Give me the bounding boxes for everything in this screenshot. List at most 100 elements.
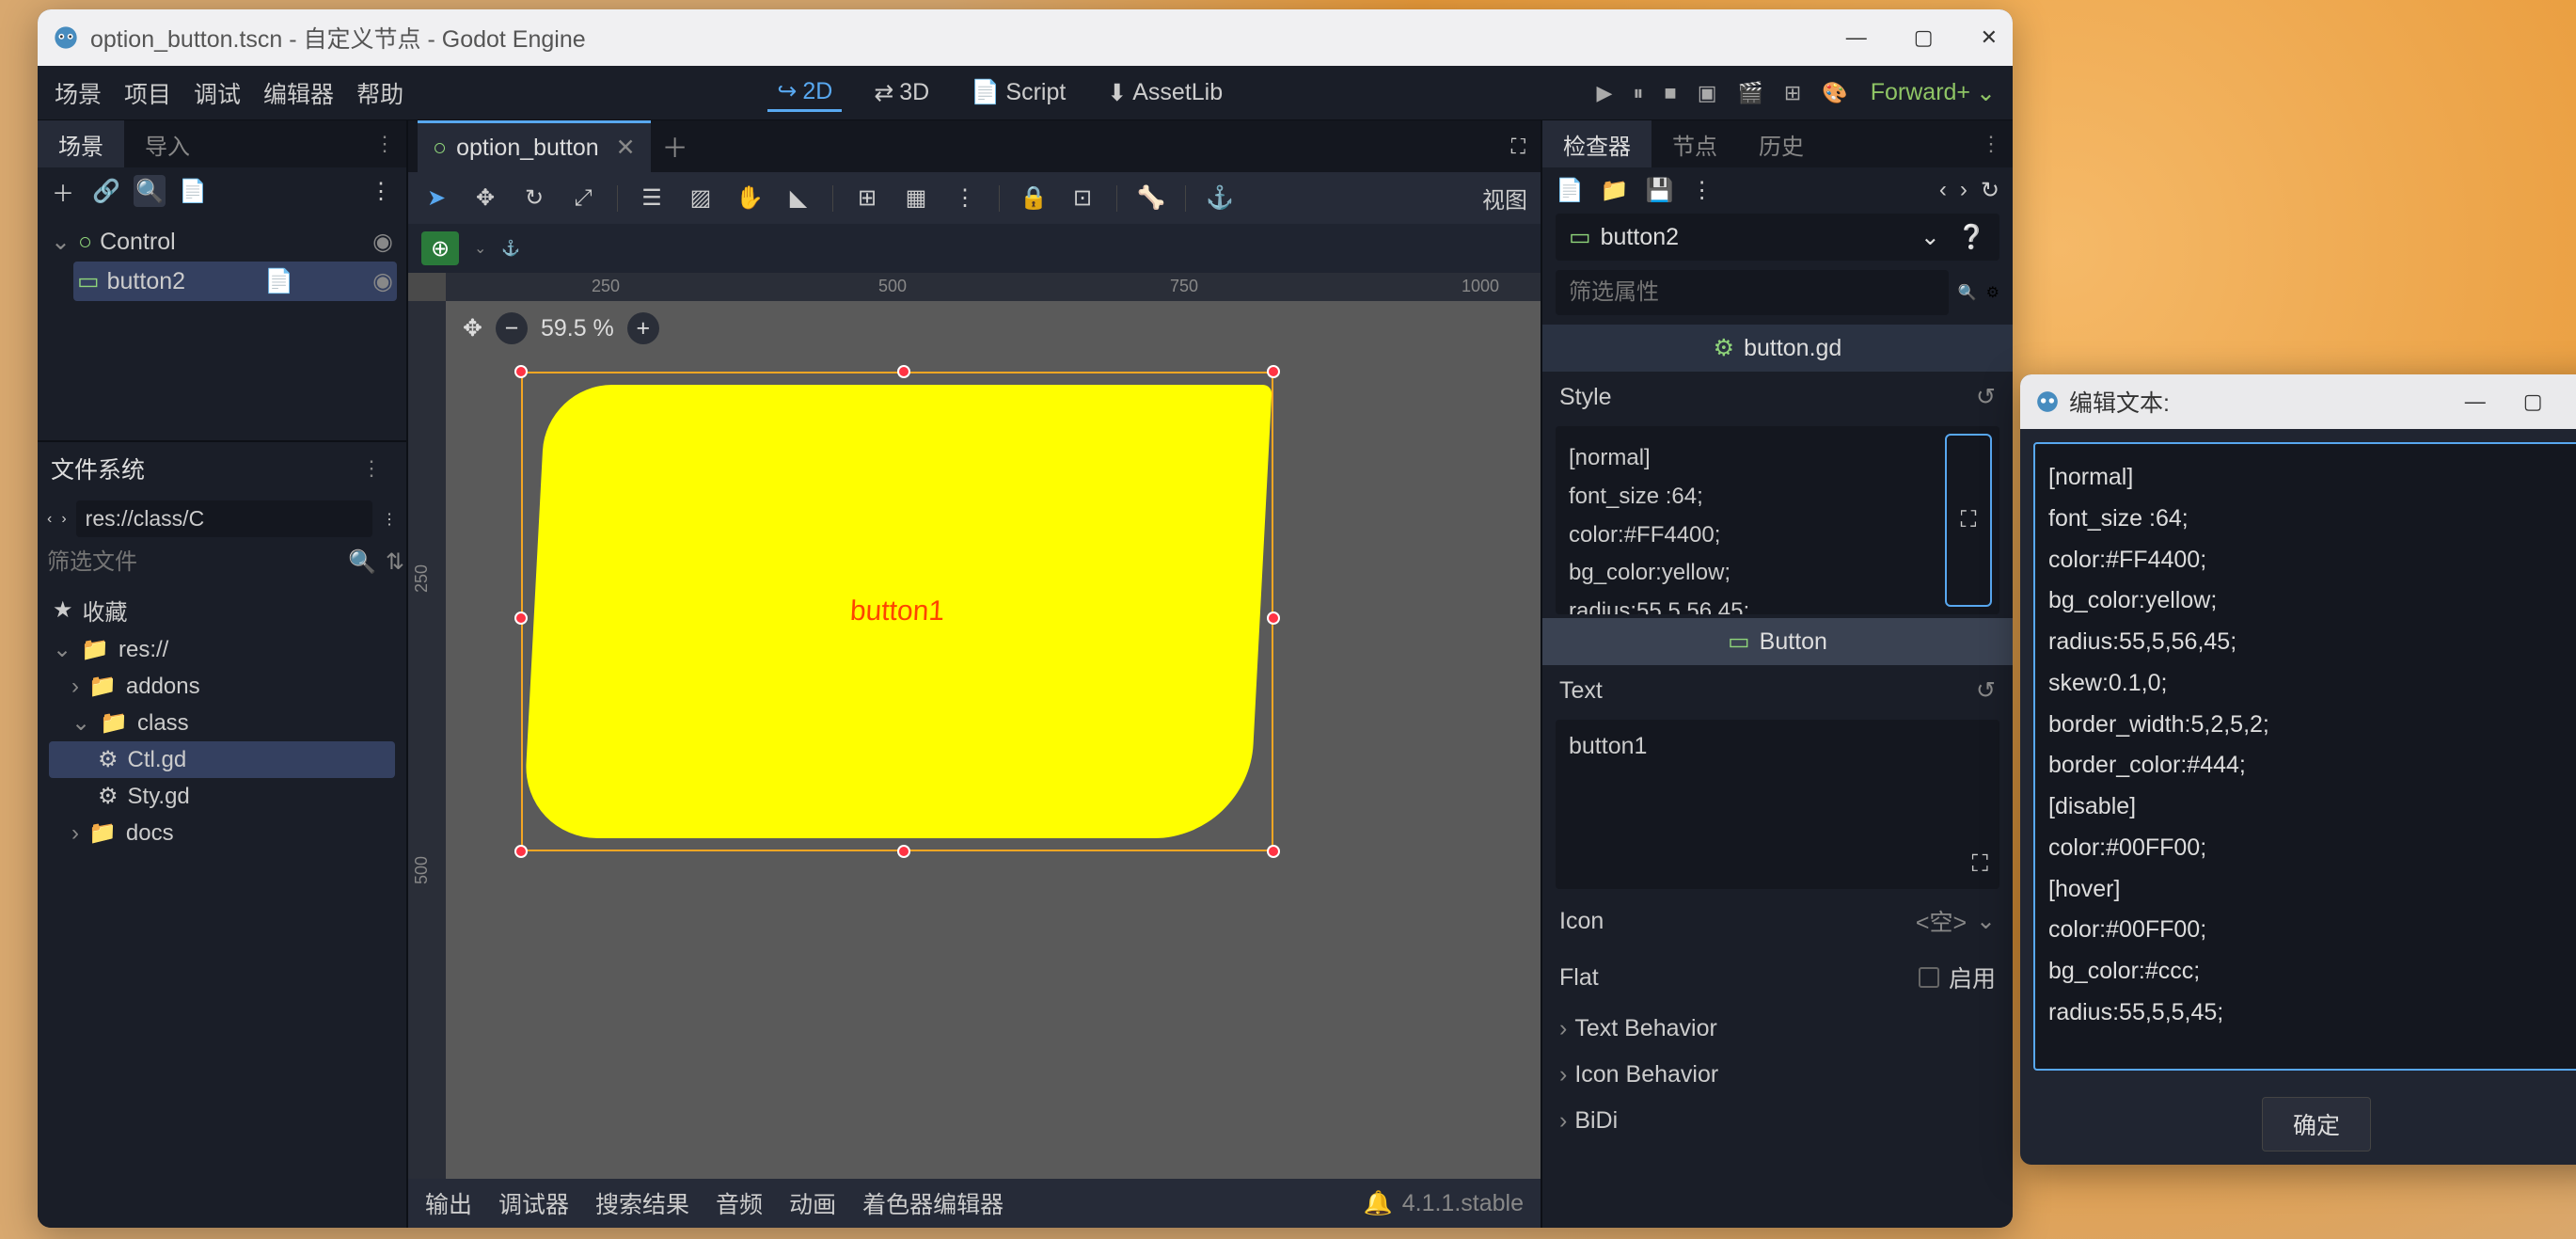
- tab-debugger[interactable]: 调试器: [498, 1186, 569, 1220]
- fs-sty-gd[interactable]: ⚙Sty.gd: [49, 778, 395, 815]
- menu-scene[interactable]: 场景: [55, 76, 102, 110]
- render-button[interactable]: 🎨: [1822, 81, 1847, 105]
- prop-icon[interactable]: Icon <空> ⌄: [1542, 893, 2013, 949]
- filter-files-input[interactable]: [47, 549, 339, 576]
- remote-button[interactable]: ⊞: [1784, 81, 1801, 105]
- filter-properties-input[interactable]: [1556, 270, 1949, 315]
- tree-node-control[interactable]: ⌄ ○ Control ◉: [47, 222, 397, 262]
- ruler-tool-icon[interactable]: ▨: [686, 183, 716, 214]
- render-mode-select[interactable]: Forward+ ⌄: [1871, 79, 1996, 107]
- panel-options-icon[interactable]: ⋮: [374, 132, 395, 156]
- search-icon[interactable]: 🔍: [134, 175, 166, 207]
- nav-forward-icon[interactable]: ›: [61, 511, 66, 528]
- expand-text-icon[interactable]: ⛶: [1945, 434, 1992, 607]
- center-view-icon[interactable]: ✥: [463, 314, 482, 342]
- minimize-button[interactable]: —: [1846, 25, 1867, 50]
- edit-textarea[interactable]: [normal] font_size :64; color:#FF4400; b…: [2033, 442, 2576, 1071]
- tree-node-button2[interactable]: ▭ button2 📄 ◉: [73, 262, 397, 301]
- section-bidi[interactable]: ›BiDi: [1542, 1098, 2013, 1144]
- tab-anim[interactable]: 动画: [789, 1186, 836, 1220]
- zoom-out-button[interactable]: −: [496, 312, 528, 344]
- add-node-canvas-button[interactable]: ⊕: [421, 231, 459, 265]
- tab-audio[interactable]: 音频: [716, 1186, 763, 1220]
- menu-project[interactable]: 项目: [124, 76, 171, 110]
- anchor-preset-icon[interactable]: ⚓: [501, 239, 520, 258]
- stop-button[interactable]: ■: [1664, 81, 1676, 105]
- nav-back-icon[interactable]: ‹: [47, 511, 52, 528]
- distraction-free-icon[interactable]: ⛶: [1511, 135, 1525, 159]
- section-icon-behavior[interactable]: ›Icon Behavior: [1542, 1052, 2013, 1098]
- canvas-button-node[interactable]: button1: [521, 372, 1273, 851]
- play-button[interactable]: ▶: [1596, 81, 1612, 105]
- text-value-box[interactable]: button1 ⛶: [1556, 720, 1999, 889]
- play-scene-button[interactable]: ▣: [1698, 81, 1717, 105]
- scene-options-icon[interactable]: ⋮: [365, 175, 397, 207]
- script-icon[interactable]: 📄: [264, 268, 293, 295]
- zoom-in-button[interactable]: +: [627, 312, 659, 344]
- list-tool-icon[interactable]: ☰: [637, 183, 667, 214]
- bell-icon[interactable]: 🔔: [1364, 1190, 1393, 1217]
- add-tab-icon[interactable]: ＋: [662, 128, 688, 166]
- new-resource-icon[interactable]: 📄: [1556, 177, 1584, 204]
- tab-output[interactable]: 输出: [425, 1186, 472, 1220]
- close-tab-icon[interactable]: ✕: [616, 134, 636, 162]
- inspector-options-icon[interactable]: ⋮: [1981, 132, 2001, 156]
- add-node-icon[interactable]: ＋: [47, 175, 79, 207]
- fs-class[interactable]: ⌄📁class: [49, 705, 395, 741]
- minimize-button[interactable]: —: [2465, 389, 2486, 414]
- reset-icon[interactable]: ↺: [1976, 383, 1996, 411]
- fs-root[interactable]: ⌄📁res://: [49, 631, 395, 668]
- search-icon[interactable]: 🔍: [1958, 283, 1977, 302]
- fs-options-icon[interactable]: ⋮: [361, 456, 382, 481]
- scene-tab-option-button[interactable]: ○ option_button ✕: [418, 120, 651, 172]
- rotate-tool-icon[interactable]: ↻: [519, 183, 549, 214]
- movie-button[interactable]: 🎬: [1738, 81, 1763, 105]
- history-forward-icon[interactable]: ›: [1960, 177, 1968, 204]
- visibility-icon[interactable]: ◉: [372, 267, 393, 295]
- snap-options-icon[interactable]: ⋮: [950, 183, 980, 214]
- mode-3d-button[interactable]: ⇄ 3D: [864, 75, 939, 111]
- bone-icon[interactable]: 🦴: [1136, 183, 1166, 214]
- reset-icon[interactable]: ↺: [1976, 676, 1996, 705]
- prop-flat[interactable]: Flat 启用: [1542, 949, 2013, 1006]
- pan-tool-icon[interactable]: ✋: [735, 183, 765, 214]
- viewport[interactable]: 250 500 750 1000 250 500 ✥ − 59.5 % +: [408, 273, 1541, 1179]
- checkbox-flat[interactable]: [1919, 967, 1939, 988]
- save-resource-icon[interactable]: 💾: [1646, 177, 1674, 204]
- tab-search[interactable]: 搜索结果: [595, 1186, 689, 1220]
- path-options-icon[interactable]: ⋮: [382, 510, 397, 529]
- grid-icon[interactable]: ▦: [901, 183, 931, 214]
- maximize-button[interactable]: ▢: [2523, 389, 2543, 414]
- tab-import[interactable]: 导入: [124, 120, 211, 167]
- mode-2d-button[interactable]: ↪ 2D: [767, 73, 842, 112]
- mode-assetlib-button[interactable]: ⬇ AssetLib: [1098, 75, 1232, 111]
- tab-node[interactable]: 节点: [1651, 120, 1738, 167]
- history-reload-icon[interactable]: ↻: [1981, 177, 1999, 204]
- view-menu[interactable]: 视图: [1482, 182, 1527, 214]
- mode-script-button[interactable]: 📄 Script: [961, 75, 1075, 110]
- menu-help[interactable]: 帮助: [356, 76, 403, 110]
- select-tool-icon[interactable]: ➤: [421, 183, 451, 214]
- measure-tool-icon[interactable]: ◣: [783, 183, 814, 214]
- pause-button[interactable]: ⏸: [1633, 81, 1643, 105]
- lock-icon[interactable]: 🔒: [1019, 183, 1049, 214]
- dropdown-icon[interactable]: ⌄: [474, 239, 486, 258]
- tab-inspector[interactable]: 检查器: [1542, 120, 1651, 167]
- fs-ctl-gd[interactable]: ⚙Ctl.gd: [49, 741, 395, 778]
- help-icon[interactable]: ❔: [1957, 224, 1986, 251]
- close-button[interactable]: ✕: [1981, 25, 1998, 50]
- tab-history[interactable]: 历史: [1738, 120, 1825, 167]
- history-back-icon[interactable]: ‹: [1939, 177, 1947, 204]
- node-selector[interactable]: ▭ button2 ⌄ ❔: [1556, 214, 1999, 261]
- path-field[interactable]: res://class/C: [76, 500, 372, 537]
- script-section-header[interactable]: ⚙button.gd: [1542, 325, 2013, 372]
- resource-options-icon[interactable]: ⋮: [1691, 177, 1714, 204]
- tab-shader[interactable]: 着色器编辑器: [862, 1186, 1004, 1220]
- fs-favorites[interactable]: ★收藏: [49, 589, 395, 631]
- fs-docs[interactable]: ›📁docs: [49, 815, 395, 851]
- scale-tool-icon[interactable]: ⤢: [568, 183, 598, 214]
- tab-scene[interactable]: 场景: [38, 120, 124, 167]
- visibility-icon[interactable]: ◉: [372, 228, 393, 256]
- sort-icon[interactable]: ⇅: [386, 548, 404, 576]
- load-resource-icon[interactable]: 📁: [1601, 177, 1629, 204]
